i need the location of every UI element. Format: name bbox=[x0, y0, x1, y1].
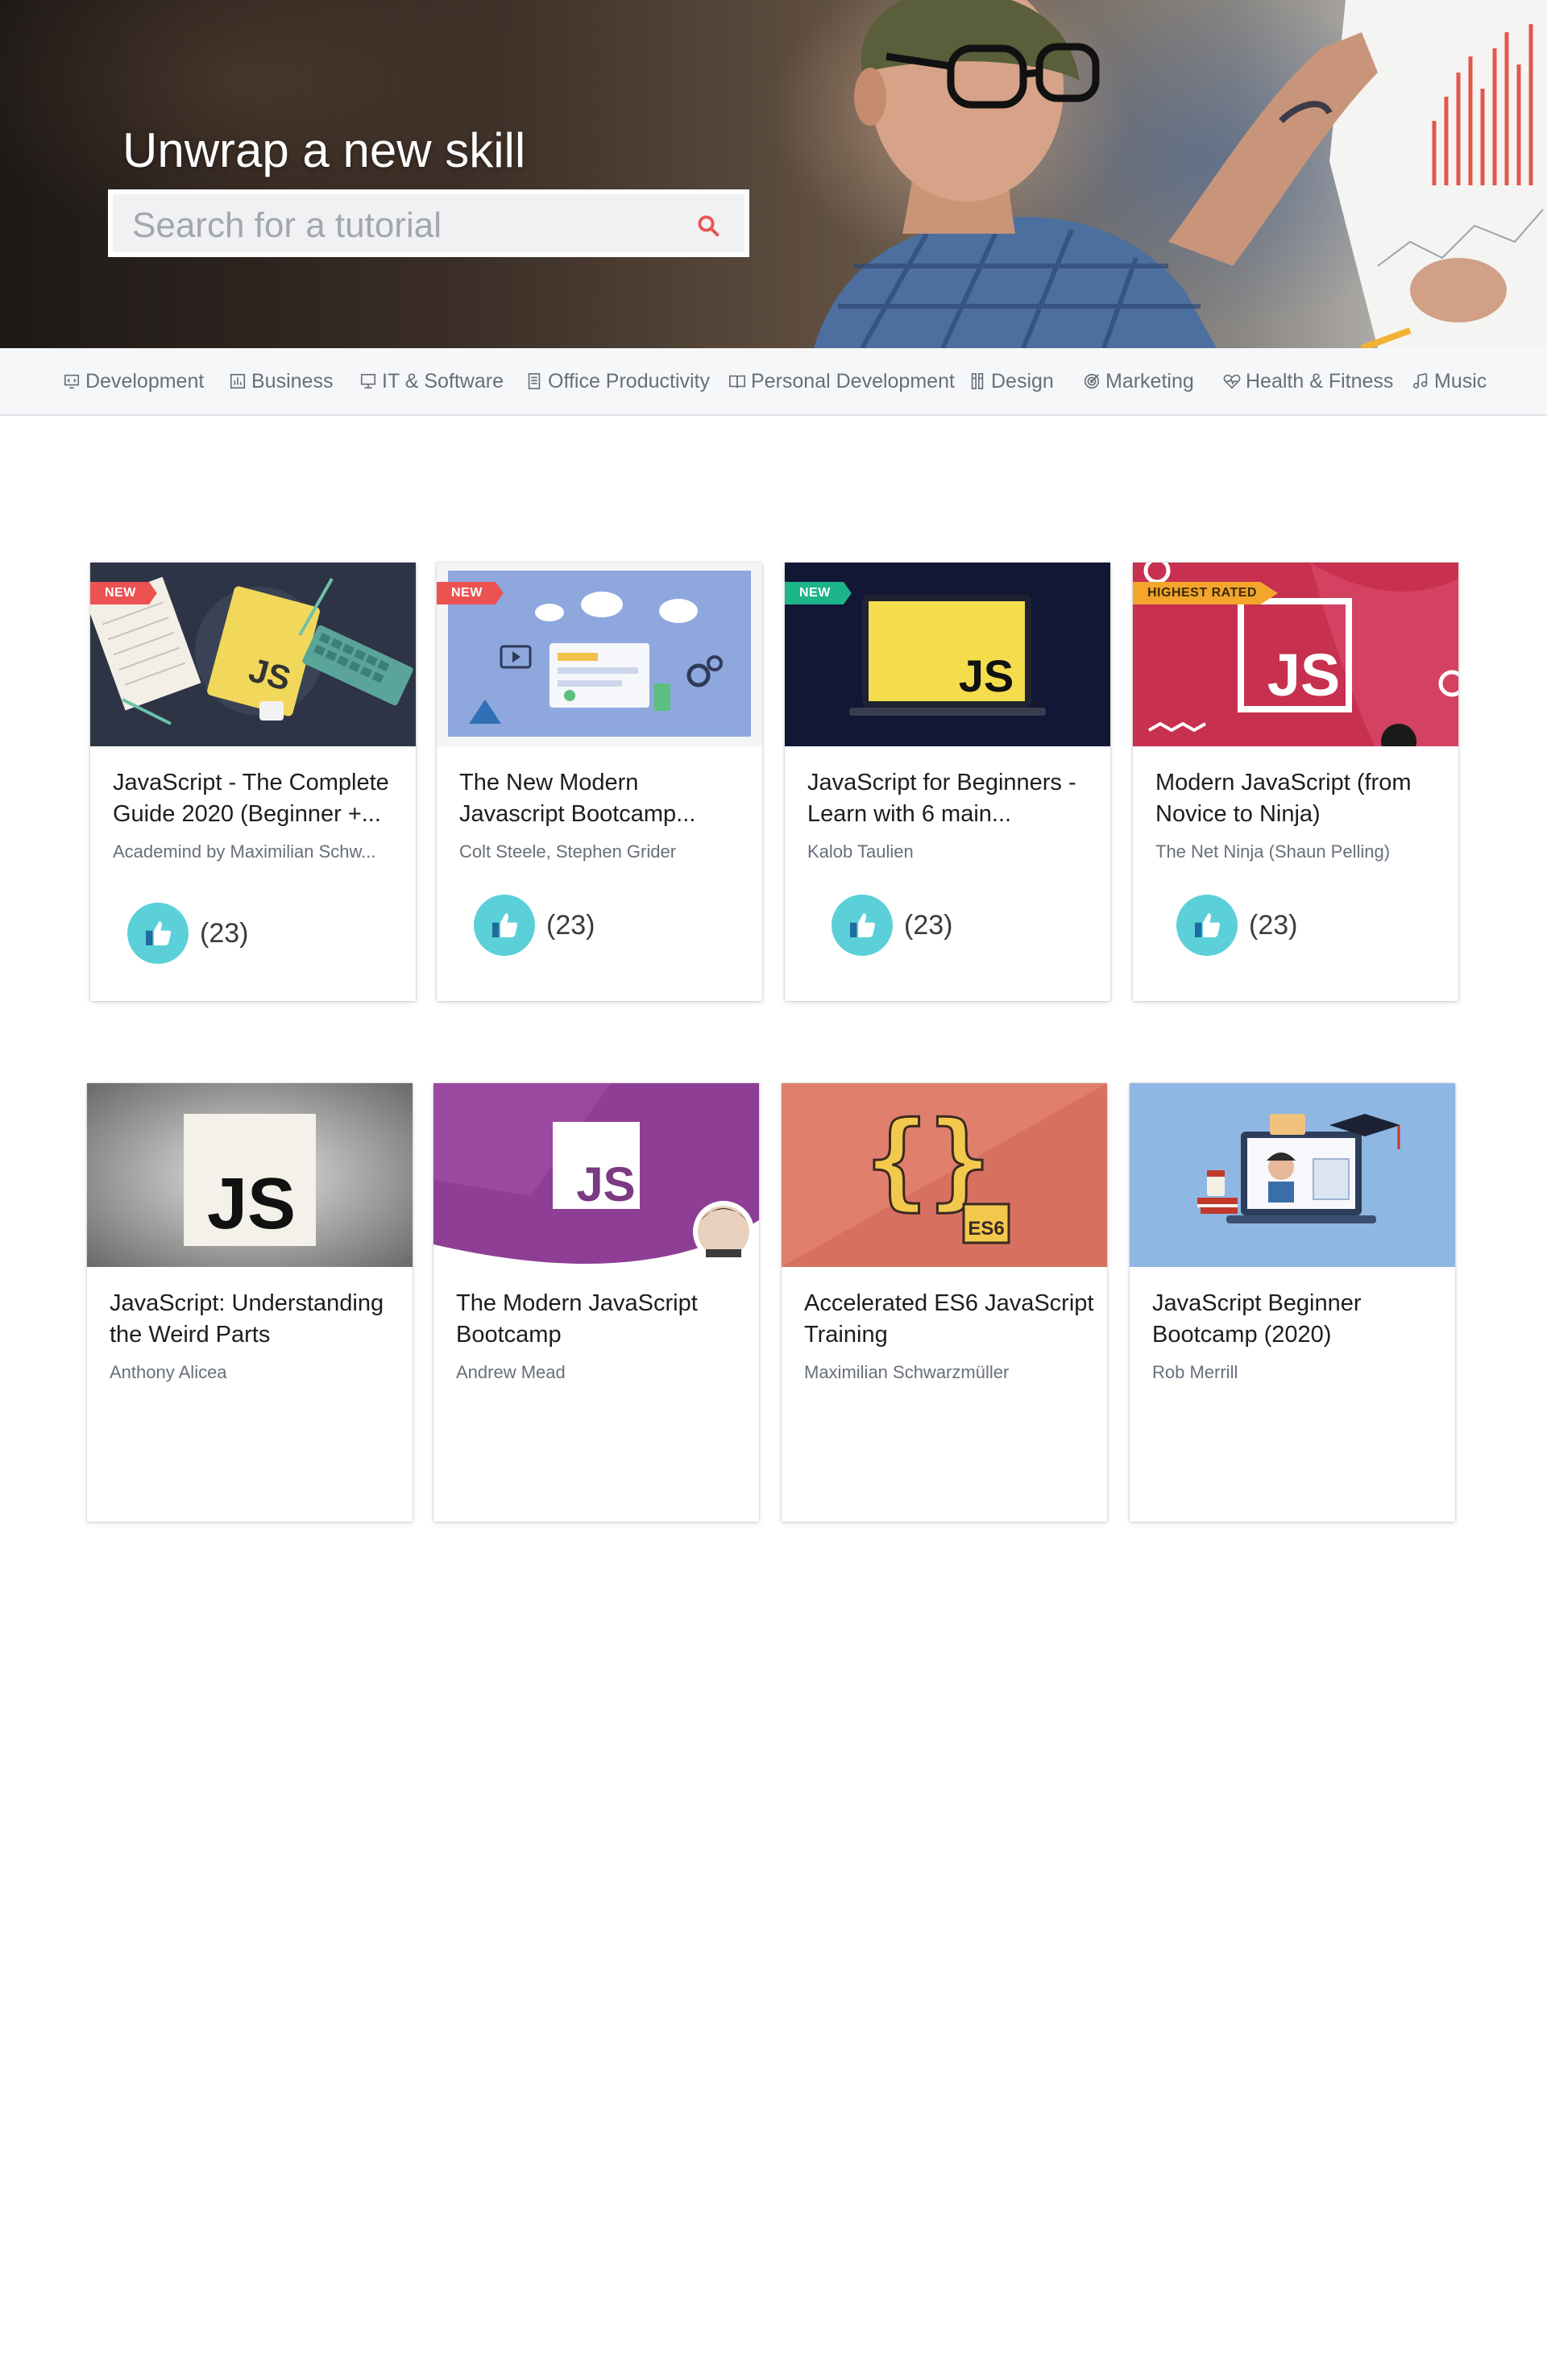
course-thumbnail bbox=[1130, 1083, 1455, 1267]
pen-tools-icon bbox=[971, 373, 984, 389]
course-author: Rob Merrill bbox=[1152, 1362, 1238, 1382]
category-design[interactable]: Design bbox=[968, 368, 1054, 395]
course-card[interactable]: NEW The New Modern Javascript Bootcamp..… bbox=[437, 563, 762, 1001]
course-title[interactable]: JavaScript: Understanding the Weird Part… bbox=[110, 1288, 400, 1351]
rating-count: (23) bbox=[546, 909, 595, 941]
category-marketing[interactable]: Marketing bbox=[1083, 368, 1194, 395]
highest-rated-badge: HIGHEST RATED bbox=[1133, 582, 1278, 604]
category-label: Marketing bbox=[1105, 369, 1194, 393]
course-card[interactable]: {} ES6 Accelerated ES6 JavaScript Traini… bbox=[782, 1083, 1107, 1522]
course-card[interactable]: JavaScript Beginner Bootcamp (2020) Rob … bbox=[1130, 1083, 1455, 1522]
rating: (23) bbox=[474, 893, 595, 957]
new-badge: NEW bbox=[90, 582, 157, 604]
thumbs-up-icon[interactable] bbox=[832, 895, 893, 956]
course-title[interactable]: JavaScript Beginner Bootcamp (2020) bbox=[1152, 1288, 1442, 1351]
course-title[interactable]: The New Modern Javascript Bootcamp... bbox=[459, 767, 749, 830]
course-title[interactable]: JavaScript - The Complete Guide 2020 (Be… bbox=[113, 767, 403, 830]
rating-count: (23) bbox=[200, 917, 249, 949]
rating-count: (23) bbox=[1249, 909, 1298, 941]
thumbs-up-icon[interactable] bbox=[474, 895, 535, 956]
rating: (23) bbox=[1176, 893, 1297, 957]
rating: (23) bbox=[832, 893, 952, 957]
new-badge: NEW bbox=[437, 582, 504, 604]
category-nav: Development Business IT & Software Offic… bbox=[0, 348, 1547, 416]
course-card[interactable]: JS The Modern JavaScript Bootcamp Andrew… bbox=[433, 1083, 759, 1522]
monitor-code-icon bbox=[64, 374, 80, 389]
bar-chart-icon bbox=[230, 373, 246, 389]
js-logo-text: JS bbox=[576, 1157, 635, 1211]
category-personal-development[interactable]: Personal Development bbox=[728, 368, 955, 395]
category-label: Personal Development bbox=[751, 369, 955, 393]
search-input[interactable] bbox=[131, 204, 649, 247]
category-health-fitness[interactable]: Health & Fitness bbox=[1223, 368, 1393, 395]
category-music[interactable]: Music bbox=[1412, 368, 1487, 395]
course-card[interactable]: JS NEW JavaScript - The Complete Guide 2… bbox=[90, 563, 416, 1001]
js-logo-text: JS bbox=[1267, 642, 1341, 708]
category-it-software[interactable]: IT & Software bbox=[359, 368, 504, 395]
search-icon[interactable] bbox=[696, 214, 720, 238]
es6-logo-text: ES6 bbox=[968, 1218, 1004, 1240]
heart-icon bbox=[1223, 374, 1241, 389]
course-title[interactable]: Accelerated ES6 JavaScript Training bbox=[804, 1288, 1094, 1351]
music-note-icon bbox=[1412, 373, 1428, 389]
course-thumbnail: {} ES6 bbox=[782, 1083, 1107, 1267]
search-bar[interactable] bbox=[108, 189, 749, 257]
thumbs-up-icon[interactable] bbox=[1176, 895, 1238, 956]
course-title[interactable]: JavaScript for Beginners - Learn with 6 … bbox=[807, 767, 1097, 830]
category-label: Music bbox=[1434, 369, 1487, 393]
hero-banner: Unwrap a new skill bbox=[0, 0, 1547, 348]
course-author: Maximilian Schwarzmüller bbox=[804, 1362, 1010, 1382]
document-icon bbox=[528, 373, 541, 389]
course-author: Academind by Maximilian Schw... bbox=[113, 841, 376, 862]
hero-title: Unwrap a new skill bbox=[122, 123, 526, 177]
thumbs-up-icon[interactable] bbox=[127, 903, 189, 964]
desktop-icon bbox=[360, 373, 376, 389]
course-author: The Net Ninja (Shaun Pelling) bbox=[1155, 841, 1391, 862]
category-development[interactable]: Development bbox=[63, 368, 204, 395]
category-office-productivity[interactable]: Office Productivity bbox=[525, 368, 710, 395]
course-author: Andrew Mead bbox=[456, 1362, 566, 1382]
course-title[interactable]: Modern JavaScript (from Novice to Ninja) bbox=[1155, 767, 1445, 830]
category-label: IT & Software bbox=[382, 369, 504, 393]
js-logo-text: JS bbox=[959, 650, 1014, 701]
category-label: Office Productivity bbox=[548, 369, 711, 393]
new-badge: NEW bbox=[785, 582, 852, 604]
course-card[interactable]: JS HIGHEST RATED Modern JavaScript (from… bbox=[1133, 563, 1458, 1001]
course-card[interactable]: JS JavaScript: Understanding the Weird P… bbox=[87, 1083, 413, 1522]
hero-photo-woman-at-whiteboard bbox=[814, 0, 1547, 348]
course-card[interactable]: JS NEW JavaScript for Beginners - Learn … bbox=[785, 563, 1110, 1001]
course-author: Anthony Alicea bbox=[110, 1362, 227, 1382]
rating-count: (23) bbox=[904, 909, 953, 941]
course-author: Colt Steele, Stephen Grider bbox=[459, 841, 677, 862]
target-icon bbox=[1084, 373, 1100, 389]
course-thumbnail: JS bbox=[87, 1083, 413, 1267]
rating: (23) bbox=[127, 901, 248, 966]
category-label: Development bbox=[85, 369, 205, 393]
book-icon bbox=[729, 375, 745, 388]
category-label: Health & Fitness bbox=[1246, 369, 1394, 393]
category-business[interactable]: Business bbox=[229, 368, 333, 395]
js-logo-text: JS bbox=[207, 1164, 296, 1244]
course-thumbnail: JS bbox=[433, 1083, 759, 1267]
course-title[interactable]: The Modern JavaScript Bootcamp bbox=[456, 1288, 746, 1351]
svg-text:{}: {} bbox=[865, 1099, 992, 1221]
course-author: Kalob Taulien bbox=[807, 841, 914, 862]
category-label: Business bbox=[251, 369, 334, 393]
category-label: Design bbox=[991, 369, 1054, 393]
